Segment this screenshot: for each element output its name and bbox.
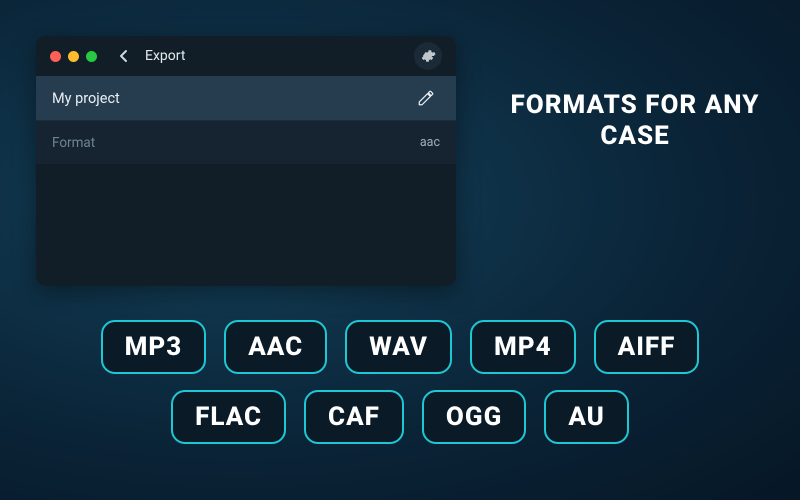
gear-icon bbox=[420, 48, 436, 64]
edit-project-name-button[interactable] bbox=[412, 84, 440, 112]
project-name-row[interactable]: My project bbox=[36, 76, 456, 120]
settings-button[interactable] bbox=[414, 42, 442, 70]
minimize-window-icon[interactable] bbox=[68, 51, 79, 62]
format-chip-au[interactable]: AU bbox=[544, 390, 629, 444]
chevron-left-icon bbox=[119, 49, 129, 63]
format-chip-caf[interactable]: CAF bbox=[304, 390, 404, 444]
window-controls bbox=[50, 51, 97, 62]
close-window-icon[interactable] bbox=[50, 51, 61, 62]
pencil-icon bbox=[417, 89, 435, 107]
format-chip-row-1: MP3 AAC WAV MP4 AIFF bbox=[101, 320, 700, 374]
format-value: aac bbox=[420, 135, 440, 150]
format-chip-wav[interactable]: WAV bbox=[345, 320, 452, 374]
format-chip-grid: MP3 AAC WAV MP4 AIFF FLAC CAF OGG AU bbox=[0, 320, 800, 444]
promo-tagline: FORMATS FOR ANY CASE bbox=[495, 90, 775, 152]
format-chip-row-2: FLAC CAF OGG AU bbox=[171, 390, 629, 444]
format-chip-flac[interactable]: FLAC bbox=[171, 390, 286, 444]
titlebar: Export bbox=[36, 36, 456, 76]
format-label: Format bbox=[52, 135, 95, 151]
format-chip-aiff[interactable]: AIFF bbox=[594, 320, 700, 374]
back-button[interactable] bbox=[113, 45, 135, 67]
maximize-window-icon[interactable] bbox=[86, 51, 97, 62]
project-name-label: My project bbox=[52, 90, 120, 107]
format-chip-mp3[interactable]: MP3 bbox=[101, 320, 207, 374]
format-chip-ogg[interactable]: OGG bbox=[422, 390, 526, 444]
export-window: Export My project Format aac bbox=[36, 36, 456, 286]
window-title: Export bbox=[145, 48, 185, 64]
format-chip-mp4[interactable]: MP4 bbox=[470, 320, 576, 374]
format-row[interactable]: Format aac bbox=[36, 120, 456, 164]
format-chip-aac[interactable]: AAC bbox=[224, 320, 327, 374]
